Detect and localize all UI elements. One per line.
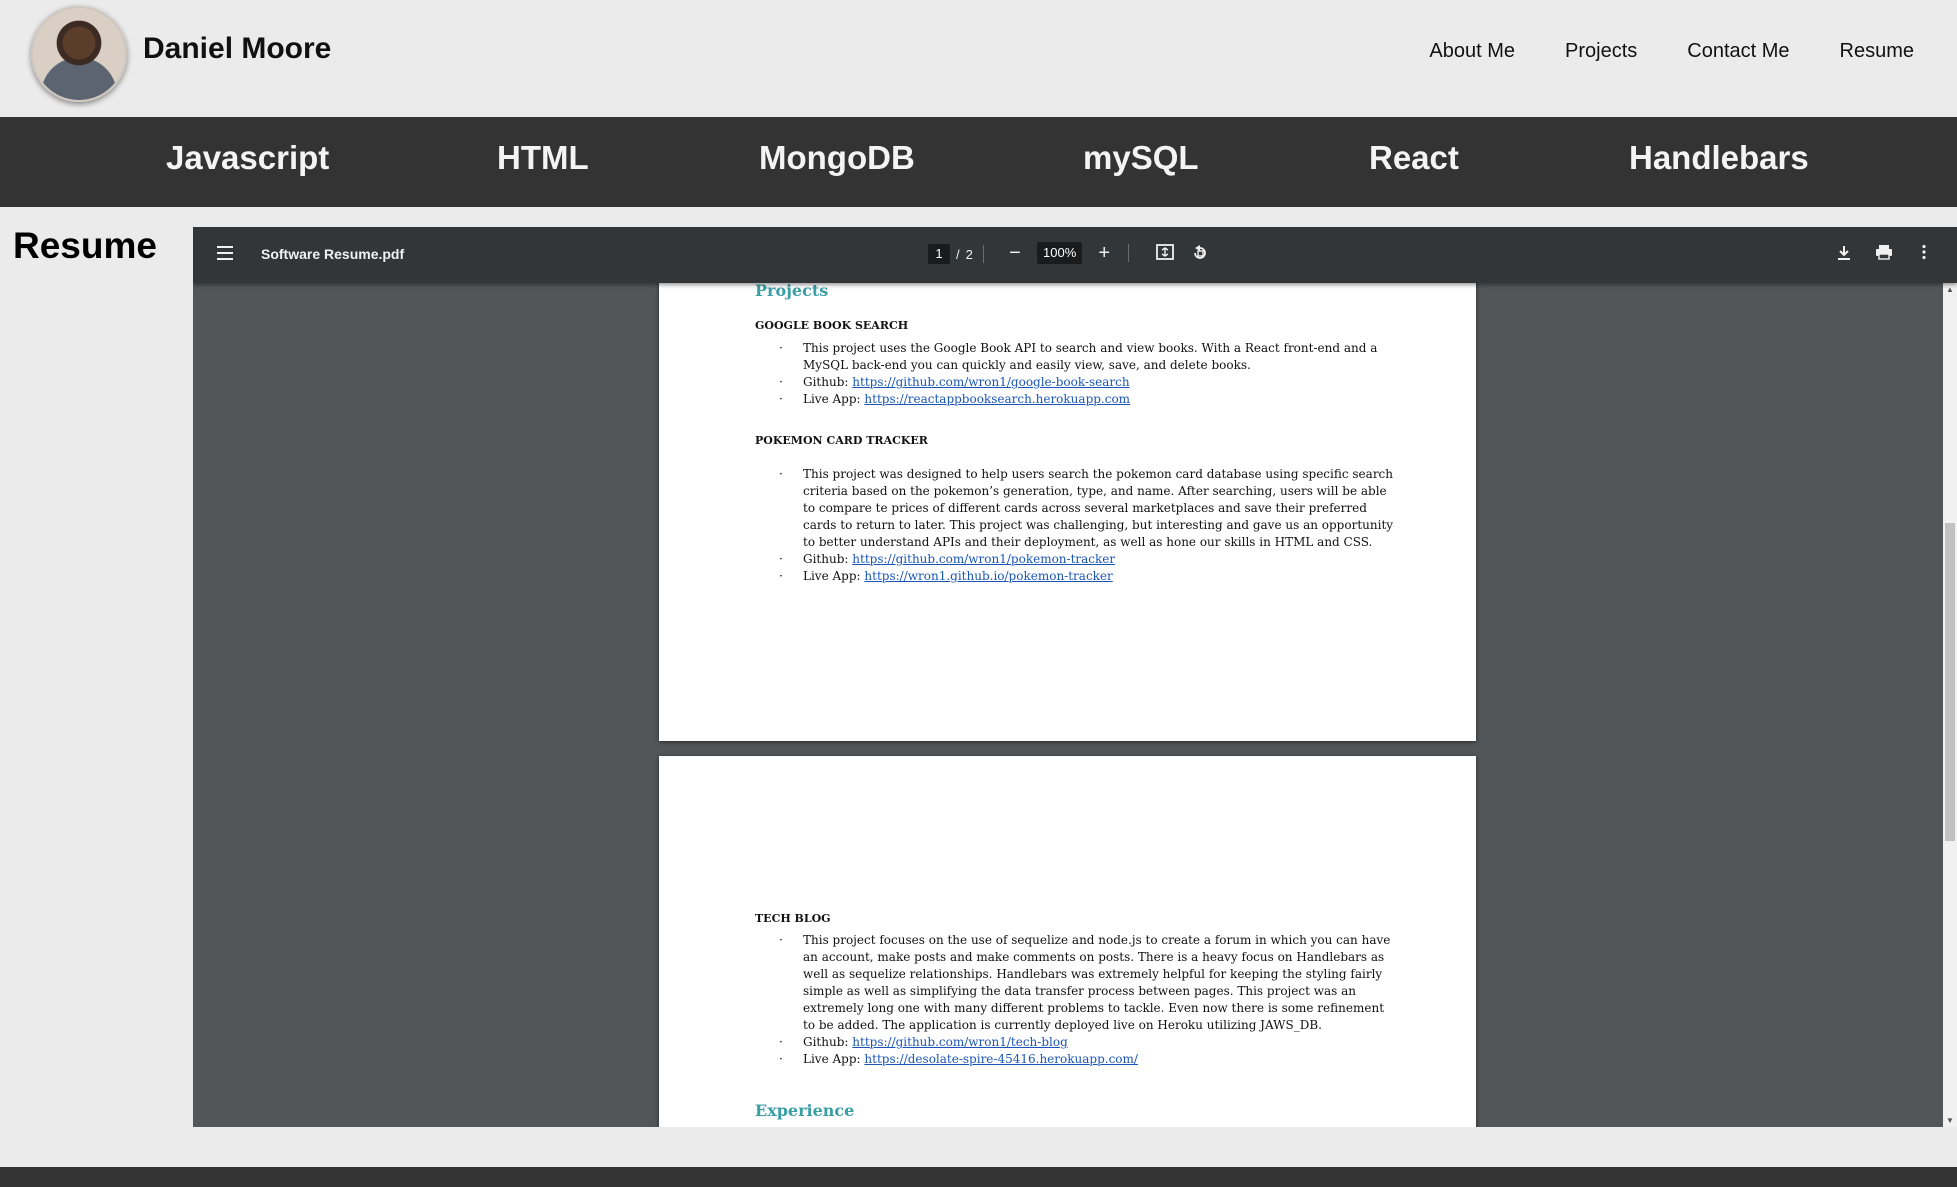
page-separator: / bbox=[956, 246, 960, 262]
github-label: Github: bbox=[803, 552, 849, 566]
project-github: Github: https://github.com/wron1/tech-bl… bbox=[755, 1034, 1395, 1051]
toolbar-divider bbox=[982, 245, 984, 263]
scroll-thumb[interactable] bbox=[1945, 523, 1955, 841]
download-icon[interactable] bbox=[1833, 244, 1855, 266]
project-bullets: This project uses the Google Book API to… bbox=[755, 340, 1395, 408]
github-label: Github: bbox=[803, 375, 849, 389]
main-nav: About Me Projects Contact Me Resume bbox=[1429, 40, 1914, 63]
nav-contact-me[interactable]: Contact Me bbox=[1687, 40, 1789, 63]
project-description: This project focuses on the use of seque… bbox=[755, 932, 1395, 1034]
print-icon[interactable] bbox=[1873, 244, 1895, 266]
project-bullets: This project was designed to help users … bbox=[755, 466, 1395, 585]
scroll-up-icon[interactable]: ▲ bbox=[1946, 285, 1954, 294]
live-app-label: Live App: bbox=[803, 569, 861, 583]
pdf-scrollbar[interactable]: ▲ ▼ bbox=[1943, 283, 1957, 1127]
github-link[interactable]: https://github.com/wron1/tech-blog bbox=[852, 1035, 1068, 1049]
github-label: Github: bbox=[803, 1035, 849, 1049]
skill-mongodb: MongoDB bbox=[759, 139, 915, 176]
project-live-app: Live App: https://desolate-spire-45416.h… bbox=[755, 1051, 1395, 1068]
project-description: This project was designed to help users … bbox=[755, 466, 1395, 551]
total-pages: 2 bbox=[965, 246, 973, 262]
live-app-link[interactable]: https://desolate-spire-45416.herokuapp.c… bbox=[864, 1052, 1138, 1066]
projects-heading: Projects bbox=[755, 281, 829, 300]
menu-icon[interactable] bbox=[217, 246, 233, 260]
skill-react: React bbox=[1369, 139, 1459, 176]
zoom-level[interactable]: 100% bbox=[1037, 242, 1083, 264]
live-app-link[interactable]: https://reactappbooksearch.herokuapp.com bbox=[864, 392, 1130, 406]
page-number-input[interactable]: 1 bbox=[928, 244, 950, 264]
rotate-icon[interactable] bbox=[1189, 244, 1211, 266]
project-github: Github: https://github.com/wron1/pokemon… bbox=[755, 551, 1395, 568]
site-name: Daniel Moore bbox=[143, 32, 332, 65]
project-title: GOOGLE BOOK SEARCH bbox=[755, 319, 909, 332]
avatar bbox=[31, 6, 127, 102]
toolbar-divider bbox=[1128, 244, 1130, 262]
scroll-down-icon[interactable]: ▼ bbox=[1946, 1116, 1954, 1125]
pdf-page-2: TECH BLOG This project focuses on the us… bbox=[659, 756, 1476, 1127]
pdf-viewer[interactable]: Software Resume.pdf 1 / 2 − 100% + Proje… bbox=[193, 227, 1957, 1127]
skill-javascript: Javascript bbox=[166, 139, 330, 176]
project-live-app: Live App: https://wron1.github.io/pokemo… bbox=[755, 568, 1395, 585]
project-github: Github: https://github.com/wron1/google-… bbox=[755, 374, 1395, 391]
nav-about-me[interactable]: About Me bbox=[1429, 40, 1515, 63]
github-link[interactable]: https://github.com/wron1/pokemon-tracker bbox=[852, 552, 1115, 566]
zoom-out-icon[interactable]: − bbox=[1001, 242, 1029, 264]
nav-projects[interactable]: Projects bbox=[1565, 40, 1637, 63]
github-link[interactable]: https://github.com/wron1/google-book-sea… bbox=[852, 375, 1129, 389]
live-app-label: Live App: bbox=[803, 392, 861, 406]
live-app-link[interactable]: https://wron1.github.io/pokemon-tracker bbox=[864, 569, 1112, 583]
site-footer bbox=[0, 1167, 1957, 1187]
page-indicator: 1 / 2 bbox=[928, 244, 994, 264]
zoom-in-icon[interactable]: + bbox=[1090, 242, 1118, 264]
skill-html: HTML bbox=[497, 139, 589, 176]
page-title: Resume bbox=[13, 225, 157, 266]
skills-bar: Javascript HTML MongoDB mySQL React Hand… bbox=[0, 117, 1957, 207]
project-title: POKEMON CARD TRACKER bbox=[755, 434, 928, 447]
zoom-controls: − 100% + bbox=[1001, 242, 1139, 264]
experience-heading: Experience bbox=[755, 1101, 855, 1120]
pdf-toolbar: Software Resume.pdf 1 / 2 − 100% + bbox=[193, 227, 1957, 283]
nav-resume[interactable]: Resume bbox=[1840, 40, 1914, 63]
project-live-app: Live App: https://reactappbooksearch.her… bbox=[755, 391, 1395, 408]
fit-page-icon[interactable] bbox=[1154, 244, 1176, 266]
project-description: This project uses the Google Book API to… bbox=[755, 340, 1395, 374]
skill-mysql: mySQL bbox=[1083, 139, 1199, 176]
project-title: TECH BLOG bbox=[755, 912, 831, 925]
pdf-file-name: Software Resume.pdf bbox=[261, 246, 405, 262]
site-header: Daniel Moore About Me Projects Contact M… bbox=[0, 0, 1957, 117]
skill-handlebars: Handlebars bbox=[1629, 139, 1809, 176]
project-bullets: This project focuses on the use of seque… bbox=[755, 932, 1395, 1068]
more-icon[interactable] bbox=[1913, 244, 1935, 266]
pdf-page-1: Projects GOOGLE BOOK SEARCH This project… bbox=[659, 227, 1476, 741]
live-app-label: Live App: bbox=[803, 1052, 861, 1066]
